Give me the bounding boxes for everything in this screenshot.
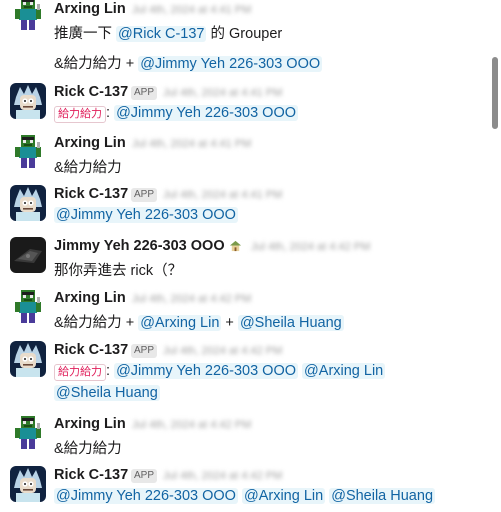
- message-arxing-1: Arxing Lin Jul 4th, 2024 at 4:41 PM 推廣一下…: [0, 0, 490, 78]
- timestamp[interactable]: Jul 4th, 2024 at 4:41 PM: [163, 189, 282, 201]
- mention[interactable]: @Arxing Lin: [138, 315, 222, 331]
- message-text: &給力給力: [54, 441, 122, 457]
- sender-name[interactable]: Arxing Lin: [54, 416, 126, 432]
- sender-name[interactable]: Arxing Lin: [54, 135, 126, 151]
- sender-name-text[interactable]: Jimmy Yeh 226-303 OOO: [54, 238, 225, 254]
- timestamp[interactable]: Jul 4th, 2024 at 4:41 PM: [132, 138, 251, 150]
- sender-name[interactable]: Rick C-137: [54, 84, 128, 100]
- message-arxing-4: Arxing Lin Jul 4th, 2024 at 4:42 PM &給力給…: [0, 415, 490, 457]
- mention[interactable]: @Arxing Lin: [302, 363, 386, 379]
- tag-label: 給力給力: [54, 364, 106, 381]
- avatar[interactable]: [10, 415, 46, 451]
- mention[interactable]: @Arxing Lin: [241, 488, 326, 504]
- text-segment: :: [106, 105, 115, 121]
- text-segment: &給力給力 +: [54, 315, 139, 331]
- mention[interactable]: @Sheila Huang: [237, 315, 344, 331]
- message-line: @Sheila Huang: [54, 385, 160, 401]
- message-rick-2: Rick C-137 APP Jul 4th, 2024 at 4:41 PM …: [0, 185, 490, 227]
- sender-name[interactable]: Rick C-137: [54, 467, 128, 483]
- mention[interactable]: @Sheila Huang: [54, 385, 160, 401]
- sender-name[interactable]: Arxing Lin: [54, 290, 126, 306]
- message-rick-3: Rick C-137 APP Jul 4th, 2024 at 4:42 PM …: [0, 341, 490, 407]
- scrollbar[interactable]: [492, 57, 498, 129]
- timestamp[interactable]: Jul 4th, 2024 at 4:42 PM: [163, 345, 282, 357]
- house-emoji-icon: [229, 240, 241, 252]
- sender-name[interactable]: Rick C-137: [54, 186, 128, 202]
- text-segment: 的 Grouper: [206, 26, 283, 42]
- message-line: @Jimmy Yeh 226-303 OOO: [54, 207, 238, 223]
- message-text: &給力給力: [54, 160, 122, 176]
- message-arxing-2: Arxing Lin Jul 4th, 2024 at 4:41 PM &給力給…: [0, 134, 490, 176]
- app-badge: APP: [131, 188, 158, 202]
- avatar[interactable]: [10, 289, 46, 325]
- app-badge: APP: [131, 344, 158, 358]
- mention[interactable]: @Jimmy Yeh 226-303 OOO: [138, 56, 323, 72]
- timestamp[interactable]: Jul 4th, 2024 at 4:42 PM: [132, 419, 251, 431]
- mention[interactable]: @Jimmy Yeh 226-303 OOO: [114, 363, 299, 379]
- text-segment: :: [106, 363, 115, 379]
- avatar[interactable]: [10, 134, 46, 170]
- sender-name: Jimmy Yeh 226-303 OOO: [54, 238, 242, 254]
- message-rick-4: Rick C-137 APP Jul 4th, 2024 at 4:42 PM …: [0, 466, 490, 512]
- timestamp[interactable]: Jul 4th, 2024 at 4:41 PM: [132, 4, 251, 16]
- avatar[interactable]: [10, 237, 46, 273]
- sender-name[interactable]: Rick C-137: [54, 342, 128, 358]
- avatar[interactable]: [10, 185, 46, 221]
- app-badge: APP: [131, 469, 158, 483]
- avatar[interactable]: [10, 83, 46, 119]
- avatar[interactable]: [10, 466, 46, 502]
- text-segment: 推廣一下: [54, 26, 117, 42]
- timestamp[interactable]: Jul 4th, 2024 at 4:42 PM: [251, 241, 370, 253]
- text-segment: +: [221, 315, 238, 331]
- message-text: 那你弄進去 rick（？: [54, 263, 183, 279]
- mention[interactable]: @Jimmy Yeh 226-303 OOO: [54, 488, 238, 504]
- app-badge: APP: [131, 86, 158, 100]
- message-jimmy: Jimmy Yeh 226-303 OOO Jul 4th, 2024 at 4…: [0, 237, 490, 279]
- text-segment: &給力給力 +: [54, 56, 139, 72]
- message-line: 給力給力: @Jimmy Yeh 226-303 OOO: [54, 105, 299, 123]
- message-rick-1: Rick C-137 APP Jul 4th, 2024 at 4:41 PM …: [0, 83, 490, 125]
- timestamp[interactable]: Jul 4th, 2024 at 4:42 PM: [163, 470, 282, 482]
- mention[interactable]: @Jimmy Yeh 226-303 OOO: [114, 105, 299, 121]
- mention[interactable]: @Rick C-137: [116, 26, 207, 42]
- avatar[interactable]: [10, 341, 46, 377]
- message-line: &給力給力 + @Arxing Lin + @Sheila Huang: [54, 311, 344, 332]
- message-line: 推廣一下 @Rick C-137 的 Grouper: [54, 22, 282, 43]
- timestamp[interactable]: Jul 4th, 2024 at 4:41 PM: [163, 87, 282, 99]
- message-arxing-3: Arxing Lin Jul 4th, 2024 at 4:42 PM &給力給…: [0, 289, 490, 331]
- avatar[interactable]: [10, 0, 46, 32]
- message-line: @Jimmy Yeh 226-303 OOO @Arxing Lin @Shei…: [54, 488, 436, 504]
- message-line: &給力給力 + @Jimmy Yeh 226-303 OOO: [54, 52, 323, 73]
- timestamp[interactable]: Jul 4th, 2024 at 4:42 PM: [132, 293, 251, 305]
- tag-label: 給力給力: [54, 106, 106, 123]
- sender-name[interactable]: Arxing Lin: [54, 1, 126, 17]
- mention[interactable]: @Sheila Huang: [329, 488, 436, 504]
- mention[interactable]: @Jimmy Yeh 226-303 OOO: [54, 207, 238, 223]
- message-line: 給力給力: @Jimmy Yeh 226-303 OOO @Arxing Lin: [54, 363, 386, 381]
